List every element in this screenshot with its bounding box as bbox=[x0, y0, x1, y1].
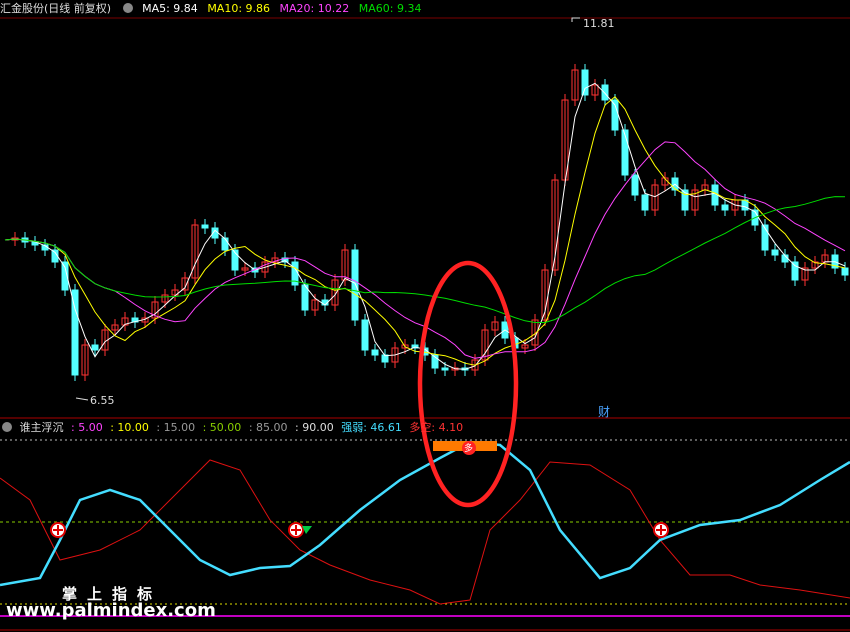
low-price-label: 6.55 bbox=[90, 394, 115, 407]
candle-body bbox=[601, 84, 609, 101]
candle-body bbox=[841, 267, 849, 276]
candle-body bbox=[201, 224, 209, 229]
longshort-value: 多空: 4.10 bbox=[409, 421, 464, 434]
highlight-ellipse bbox=[417, 260, 519, 508]
buy-marker-icon bbox=[653, 522, 669, 538]
level-85: : 85.00 bbox=[248, 421, 288, 434]
candle-body bbox=[91, 344, 99, 351]
buy-marker-icon bbox=[288, 522, 304, 538]
candle-body bbox=[721, 204, 729, 211]
level-5: : 5.00 bbox=[71, 421, 103, 434]
high-marker bbox=[571, 17, 580, 22]
level-50: : 50.00 bbox=[202, 421, 242, 434]
indicator-name[interactable]: 谁主浮沉 bbox=[20, 421, 64, 434]
candle-body bbox=[351, 249, 359, 321]
candle-body bbox=[631, 174, 639, 196]
candle-body bbox=[441, 367, 449, 371]
watermark-url: www.palmindex.com bbox=[6, 600, 216, 621]
finance-marker[interactable]: 财 bbox=[598, 403, 610, 420]
candle-body bbox=[791, 261, 799, 281]
duo-badge-label: 多 bbox=[464, 444, 474, 454]
candle-body bbox=[71, 289, 79, 376]
candle-body bbox=[361, 319, 369, 351]
indicator-header: 谁主浮沉 : 5.00 : 10.00 : 15.00 : 50.00 : 85… bbox=[0, 419, 850, 437]
candle-body bbox=[581, 69, 589, 96]
level-15: : 15.00 bbox=[156, 421, 196, 434]
high-price-label: 11.81 bbox=[583, 17, 615, 30]
candle-body bbox=[641, 194, 649, 211]
ma60-line bbox=[4, 196, 846, 323]
strength-value: 强弱: 46.61 bbox=[341, 421, 402, 434]
candle-body bbox=[221, 237, 229, 251]
level-90: : 90.00 bbox=[295, 421, 334, 434]
candle-body bbox=[621, 129, 629, 176]
candle-body bbox=[771, 249, 779, 256]
kline-chart[interactable] bbox=[0, 0, 850, 632]
buy-marker-icon bbox=[50, 522, 66, 538]
strength-line bbox=[0, 440, 850, 587]
candlestick-group bbox=[11, 64, 849, 381]
low-marker bbox=[75, 397, 89, 401]
settings-circle-icon[interactable] bbox=[2, 422, 12, 432]
candle-body bbox=[371, 349, 379, 356]
level-10: : 10.00 bbox=[110, 421, 149, 434]
